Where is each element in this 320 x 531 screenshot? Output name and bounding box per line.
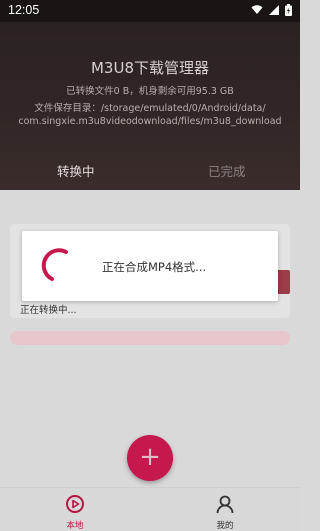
header: M3U8下载管理器 已转换文件0 B，机身剩余可用95.3 GB 文件保存目录：…: [0, 22, 300, 190]
task-progress-bar: [10, 331, 290, 345]
nav-label-local: 本地: [66, 521, 84, 531]
battery-icon: [285, 4, 292, 16]
tab-converting[interactable]: 转换中: [57, 161, 95, 180]
status-time: 12:05: [8, 3, 40, 17]
task-status-text: 正在转换中...: [20, 305, 77, 316]
nav-label-mine: 我的: [216, 521, 234, 531]
signal-icon: [269, 5, 279, 15]
save-directory-line1: 文件保存目录：/storage/emulated/0/Android/data/: [34, 103, 266, 114]
storage-stats: 已转换文件0 B，机身剩余可用95.3 GB: [66, 86, 234, 97]
wifi-icon: [251, 5, 263, 14]
bottom-nav: 本地 我的: [0, 487, 300, 531]
tab-completed[interactable]: 已完成: [208, 161, 246, 180]
plus-icon: +: [139, 442, 161, 472]
progress-dialog: 正在合成MP4格式...: [22, 231, 278, 301]
save-directory-line2: com.singxie.m3u8videodownload/files/m3u8…: [18, 116, 282, 127]
save-directory: 文件保存目录：/storage/emulated/0/Android/data/…: [8, 102, 292, 128]
dialog-message: 正在合成MP4格式...: [102, 260, 207, 274]
app-title: M3U8下载管理器: [90, 59, 209, 77]
play-circle-icon: [66, 495, 84, 513]
nav-item-local[interactable]: 本地: [45, 494, 105, 531]
loading-spinner-icon: [41, 248, 68, 281]
status-bar: 12:05: [0, 0, 300, 22]
add-task-button[interactable]: +: [127, 435, 173, 481]
person-icon: [216, 495, 234, 514]
nav-item-mine[interactable]: 我的: [195, 494, 255, 531]
status-icons: [251, 4, 292, 16]
